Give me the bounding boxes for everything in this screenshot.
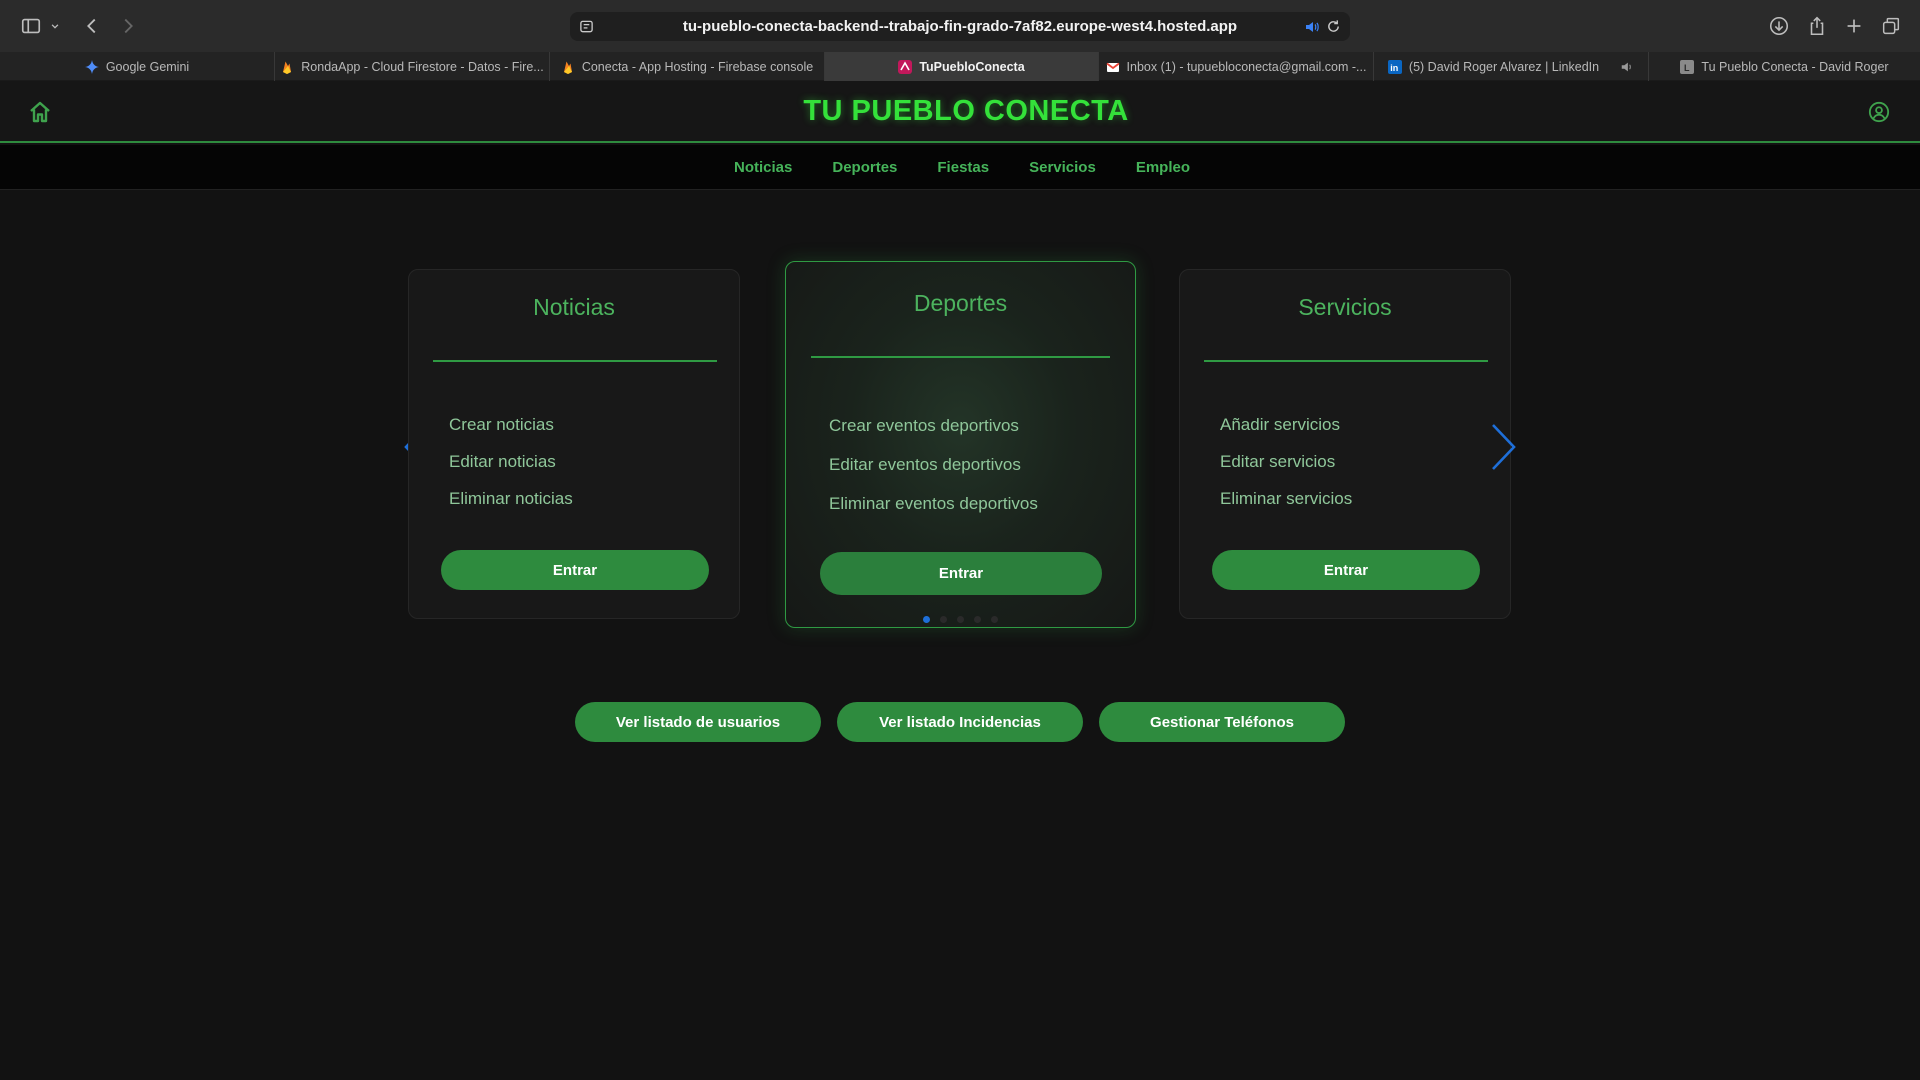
tab-conecta-app-hosting[interactable]: Conecta - App Hosting - Firebase console (550, 52, 825, 81)
option-editar-servicios[interactable]: Editar servicios (1220, 452, 1335, 472)
option-anadir-servicios[interactable]: Añadir servicios (1220, 415, 1340, 435)
tab-label: Tu Pueblo Conecta - David Roger (1701, 59, 1889, 74)
firebase-icon (280, 60, 294, 74)
option-editar-eventos-deportivos[interactable]: Editar eventos deportivos (829, 455, 1021, 475)
tab-label: RondaApp - Cloud Firestore - Datos - Fir… (301, 59, 544, 74)
share-icon[interactable] (1805, 14, 1829, 38)
carousel-dot[interactable] (940, 616, 947, 623)
carousel-dot[interactable] (974, 616, 981, 623)
nav-link-servicios[interactable]: Servicios (1029, 159, 1096, 176)
speaker-icon[interactable] (1620, 60, 1634, 74)
option-eliminar-noticias[interactable]: Eliminar noticias (449, 489, 573, 509)
linkedin-icon: in (1387, 59, 1402, 74)
manage-phones-button[interactable]: Gestionar Teléfonos (1099, 702, 1345, 742)
carousel-dot[interactable] (923, 616, 930, 623)
carousel-pagination (786, 616, 1135, 623)
tab-google-gemini[interactable]: Google Gemini (0, 52, 275, 81)
new-tab-icon[interactable] (1842, 14, 1866, 38)
page: TU PUEBLO CONECTA Noticias Deportes Fies… (0, 81, 1920, 1080)
enter-noticias-button[interactable]: Entrar (441, 550, 709, 590)
card-title: Noticias (533, 294, 615, 320)
tab-tu-pueblo-conecta-david[interactable]: L Tu Pueblo Conecta - David Roger (1649, 52, 1920, 81)
browser-toolbar: tu-pueblo-conecta-backend--trabajo-fin-g… (0, 0, 1920, 52)
card-noticias: Noticias Crear noticias Editar noticias … (408, 269, 740, 619)
option-eliminar-servicios[interactable]: Eliminar servicios (1220, 489, 1352, 509)
enter-servicios-button[interactable]: Entrar (1212, 550, 1480, 590)
tab-label: TuPuebloConecta (919, 59, 1025, 74)
tab-rondaapp-firestore[interactable]: RondaApp - Cloud Firestore - Datos - Fir… (275, 52, 550, 81)
nav-link-fiestas[interactable]: Fiestas (937, 159, 989, 176)
gemini-icon (84, 59, 99, 74)
site-header: TU PUEBLO CONECTA (0, 81, 1920, 143)
tab-linkedin[interactable]: in (5) David Roger Alvarez | LinkedIn (1374, 52, 1649, 81)
back-icon[interactable] (80, 14, 104, 38)
carousel-dot[interactable] (991, 616, 998, 623)
gmail-icon (1106, 60, 1120, 74)
admin-carousel: Noticias Crear noticias Editar noticias … (0, 261, 1920, 641)
card-title: Servicios (1298, 294, 1392, 320)
tab-label: Inbox (1) - tupuebloconecta@gmail.com -.… (1126, 59, 1367, 74)
downloads-icon[interactable] (1767, 14, 1791, 38)
url-text[interactable]: tu-pueblo-conecta-backend--trabajo-fin-g… (683, 18, 1237, 35)
chevron-right-icon[interactable] (1489, 421, 1519, 473)
tab-bar: Google Gemini RondaApp - Cloud Firestore… (0, 52, 1920, 81)
tab-overview-icon[interactable] (1879, 14, 1903, 38)
svg-text:in: in (1390, 63, 1398, 73)
firebase-icon (561, 60, 575, 74)
nav-link-deportes[interactable]: Deportes (832, 159, 897, 176)
nav-link-empleo[interactable]: Empleo (1136, 159, 1190, 176)
nav-link-noticias[interactable]: Noticias (734, 159, 792, 176)
card-divider (433, 360, 717, 362)
enter-deportes-button[interactable]: Entrar (820, 552, 1102, 595)
site-brand-title[interactable]: TU PUEBLO CONECTA (0, 95, 1920, 128)
svg-text:L: L (1684, 63, 1690, 73)
reload-icon[interactable] (1326, 19, 1341, 34)
option-editar-noticias[interactable]: Editar noticias (449, 452, 556, 472)
tab-label: Google Gemini (105, 59, 190, 74)
users-list-button[interactable]: Ver listado de usuarios (575, 702, 821, 742)
speaker-icon[interactable] (1304, 19, 1320, 35)
app-icon (898, 59, 913, 74)
tab-tupuebloconecta[interactable]: TuPuebloConecta (825, 52, 1099, 81)
tab-label: (5) David Roger Alvarez | LinkedIn (1408, 59, 1600, 74)
card-deportes: Deportes Crear eventos deportivos Editar… (785, 261, 1136, 628)
option-eliminar-eventos-deportivos[interactable]: Eliminar eventos deportivos (829, 494, 1038, 514)
user-profile-icon[interactable] (1868, 101, 1890, 123)
tab-gmail-inbox[interactable]: Inbox (1) - tupuebloconecta@gmail.com -.… (1099, 52, 1374, 81)
option-crear-eventos-deportivos[interactable]: Crear eventos deportivos (829, 416, 1019, 436)
sidebar-toggle-icon[interactable] (19, 14, 43, 38)
incidents-list-button[interactable]: Ver listado Incidencias (837, 702, 1083, 742)
carousel-dot[interactable] (957, 616, 964, 623)
chevron-down-icon[interactable] (48, 14, 62, 38)
tab-label: Conecta - App Hosting - Firebase console (581, 59, 814, 74)
card-divider (1204, 360, 1488, 362)
site-settings-icon[interactable] (579, 19, 594, 34)
admin-actions: Ver listado de usuarios Ver listado Inci… (0, 702, 1920, 742)
card-servicios: Servicios Añadir servicios Editar servic… (1179, 269, 1511, 619)
address-bar[interactable]: tu-pueblo-conecta-backend--trabajo-fin-g… (570, 12, 1350, 41)
option-crear-noticias[interactable]: Crear noticias (449, 415, 554, 435)
page-icon: L (1680, 59, 1695, 74)
forward-icon[interactable] (116, 14, 140, 38)
card-divider (811, 356, 1110, 358)
main-nav: Noticias Deportes Fiestas Servicios Empl… (0, 145, 1920, 190)
card-title: Deportes (913, 290, 1008, 316)
